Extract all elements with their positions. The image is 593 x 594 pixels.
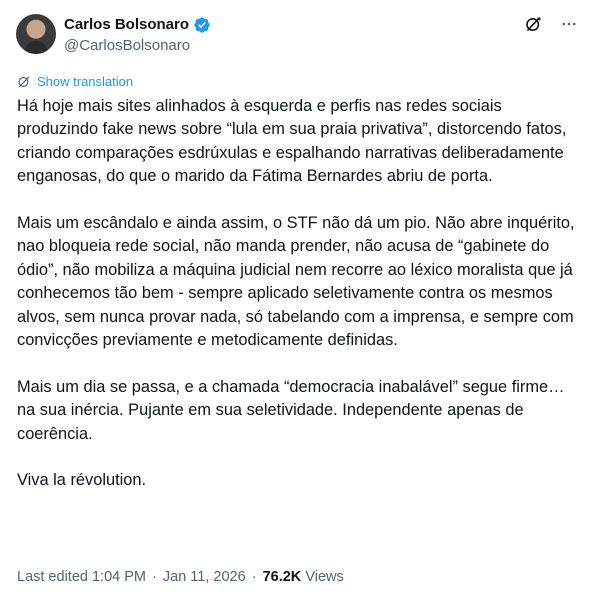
grok-icon[interactable]	[523, 14, 543, 34]
tweet-time[interactable]: 1:04 PM	[92, 569, 146, 585]
tweet-meta: Last edited 1:04 PM · Jan 11, 2026 · 76.…	[17, 568, 344, 586]
show-translation-link[interactable]: Show translation	[17, 74, 133, 90]
views-label: Views	[305, 569, 344, 585]
views-count[interactable]: 76.2K	[263, 569, 302, 585]
edited-prefix[interactable]: Last edited	[17, 569, 88, 585]
verified-badge-icon[interactable]	[193, 16, 211, 34]
tweet-paragraph: Mais um escândalo e ainda assim, o STF n…	[17, 214, 575, 350]
more-icon[interactable]	[559, 14, 579, 34]
tweet-top-actions	[523, 14, 579, 34]
tweet-paragraph: Viva la révolution.	[17, 471, 147, 490]
tweet-paragraph: Há hoje mais sites alinhados à esquerda …	[17, 97, 567, 186]
tweet-text: Há hoje mais sites alinhados à esquerda …	[17, 95, 577, 516]
show-translation-label[interactable]: Show translation	[37, 74, 133, 90]
author-handle[interactable]: @CarlosBolsonaro	[64, 37, 190, 55]
meta-separator: ·	[152, 569, 157, 585]
avatar[interactable]	[16, 14, 56, 54]
author-display-name[interactable]: Carlos Bolsonaro	[64, 16, 189, 34]
tweet-paragraph: Mais um dia se passa, e a chamada “democ…	[17, 377, 565, 443]
author-name-row: Carlos Bolsonaro	[64, 16, 211, 34]
translate-icon	[17, 75, 31, 89]
tweet-date[interactable]: Jan 11, 2026	[163, 569, 246, 585]
meta-separator: ·	[251, 569, 257, 585]
